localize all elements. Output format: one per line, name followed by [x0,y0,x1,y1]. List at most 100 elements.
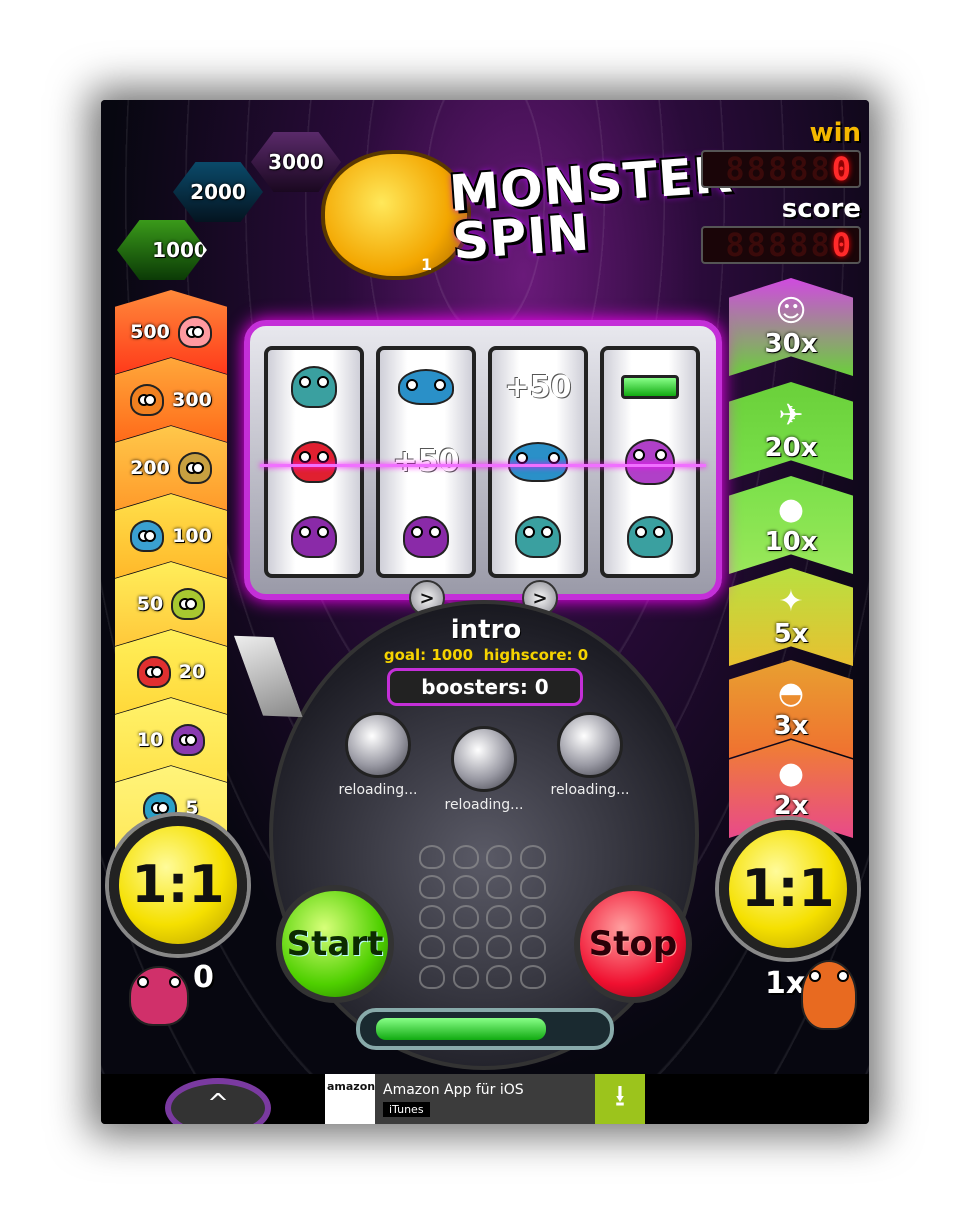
monster-purple-symbol [395,508,457,566]
booster-button-2[interactable] [451,726,517,792]
right-multiplier: 1x [765,966,806,1001]
planet-icon: ● [777,756,805,791]
booster-button-3[interactable] [557,712,623,778]
multiplier-value: 2x [773,791,809,821]
monster-green-symbol [619,508,681,566]
power-bar [356,1008,614,1050]
score-label: score [781,194,861,224]
collection-slot [452,965,479,989]
paytable-value: 300 [172,389,212,411]
battery-symbol [619,358,681,416]
paytable-value: 200 [130,457,170,479]
monster-icon [171,724,206,756]
level-label: 2000 [190,180,246,204]
plus-50-symbol: +50 [392,444,460,480]
multiplier-value: 30x [764,329,818,359]
score-dim-digits: 88888 [725,226,832,264]
paytable-value: 10 [136,729,164,751]
paytable-value: 500 [130,321,170,343]
win-label: win [809,118,861,148]
game-title: MONSTER SPIN [447,145,735,271]
power-fill [376,1018,547,1040]
ad-banner[interactable]: amazon Amazon App für iOS iTunes ⭳ [325,1074,645,1124]
score-panel: win 888880 score 888880 [701,118,861,270]
level-label: 1000 [152,238,208,262]
ratio-right[interactable]: 1:1 [719,820,857,958]
score-display: 888880 [701,226,861,264]
monster-green-symbol [507,508,569,566]
logo-number: 1 [421,255,433,274]
monster-icon [171,588,206,620]
plus-50-symbol: +50 [504,369,572,405]
collection-slot [419,935,445,959]
download-icon[interactable]: ⭳ [595,1074,645,1124]
monster-pink-icon [129,966,189,1026]
win-display: 888880 [701,150,861,188]
collection-slot [519,845,546,869]
monster-icon [130,520,165,552]
paytable-value: 20 [178,661,206,683]
payline [260,464,706,467]
collection-slot [519,935,546,959]
booster-button-1[interactable] [345,712,411,778]
mode-title: intro [450,615,522,645]
reel-3: +50 [488,346,588,578]
monster-purple-symbol [619,433,681,491]
monster-icon [177,316,212,348]
monster-icon [130,384,165,416]
ad-title: Amazon App für iOS [383,1081,524,1098]
win-dim-digits: 88888 [725,150,832,188]
win-value: 0 [831,150,853,188]
goal-row: goal: 1000 highscore: 0 [361,646,611,664]
monster-blue-symbol [507,433,569,491]
collection-slot [452,935,479,959]
collection-slot [486,845,512,869]
collection-slot [486,905,512,929]
monster-orange-icon [801,960,857,1030]
ufo-icon: ◓ [777,676,805,711]
collection-slot [519,875,546,899]
reel-frame: +50 +50 [244,320,722,600]
level-label: 3000 [268,150,324,174]
score-value: 0 [831,226,853,264]
game-frame: 1000 2000 3000 MONSTER SPIN 1 win 888880… [101,100,869,1124]
collection-slot [419,965,445,989]
boosters-counter: boosters: 0 [387,668,583,706]
collection-slot [419,845,445,869]
paytable-value: 100 [172,525,212,547]
ad-tag: iTunes [383,1101,430,1117]
monster-red-symbol [283,433,345,491]
collection-slot [452,845,479,869]
reel-4 [600,346,700,578]
collection-slot [519,905,546,929]
monster-purple-symbol [283,508,345,566]
rocket-icon: ✈ [778,398,804,433]
monster-icon [136,656,171,688]
multiplier-value: 3x [773,711,809,741]
multiplier-value: 20x [764,433,818,463]
amazon-logo: amazon [325,1074,375,1124]
booster-status-2: reloading... [444,797,524,813]
multiplier-value: 10x [764,527,818,557]
monster-icon [177,452,212,484]
ratio-left[interactable]: 1:1 [109,816,247,954]
collection-slot [486,965,512,989]
start-button[interactable]: Start [276,885,394,1003]
astronaut-icon: ☺ [775,294,807,329]
monster-blue-symbol [395,358,457,416]
collection-slot [419,905,445,929]
collection-slot [419,875,445,899]
collection-slot [486,935,512,959]
collection-slot [452,905,479,929]
planet-icon: ● [777,492,805,527]
collection-slot [452,875,479,899]
left-monster-count: 0 [193,960,214,995]
multiplier-value: 5x [773,619,809,649]
highscore-text: highscore: 0 [483,646,589,664]
stop-button[interactable]: Stop [574,885,692,1003]
monster-collection-grid [419,845,549,989]
monster-green-symbol [283,358,345,416]
booster-status-1: reloading... [338,782,418,798]
collection-slot [486,875,512,899]
collection-slot [519,965,546,989]
